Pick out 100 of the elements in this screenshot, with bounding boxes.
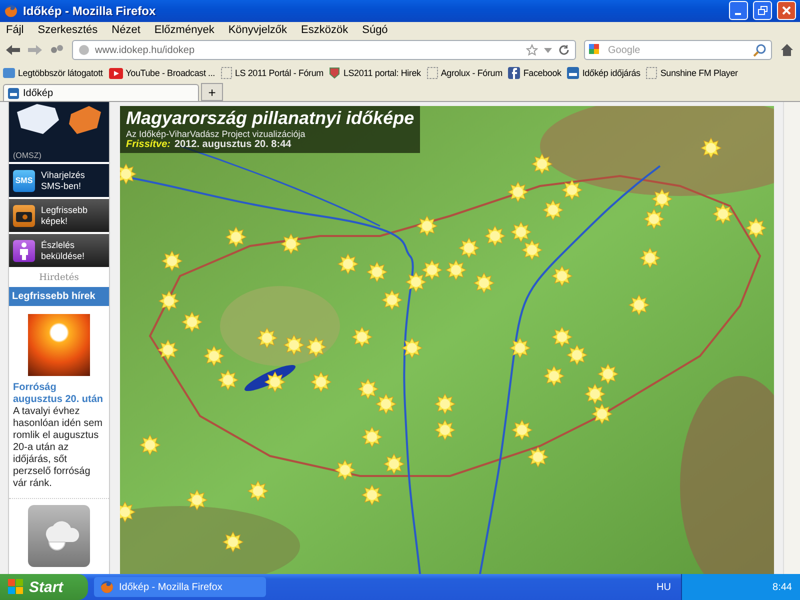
sun-icon	[337, 253, 359, 275]
sun-icon	[458, 237, 480, 259]
minimize-button[interactable]	[729, 1, 748, 20]
sun-icon	[566, 344, 588, 366]
taskbar-window-button[interactable]: Időkép - Mozilla Firefox	[94, 577, 266, 597]
globe-icon	[78, 44, 90, 56]
caret-icon[interactable]	[543, 45, 553, 56]
facebook-icon	[508, 67, 520, 80]
start-button[interactable]: Start	[0, 574, 88, 600]
sun-icon	[366, 261, 388, 283]
sun-icon	[158, 290, 180, 312]
sun-icon	[361, 426, 383, 448]
news-link[interactable]: Forróság augusztus 20. után	[9, 380, 109, 406]
sun-icon	[745, 217, 767, 239]
window-title: Időkép - Mozilla Firefox	[23, 4, 157, 18]
sidebar-link[interactable]: Észlelés beküldése!	[9, 234, 109, 267]
search-icon[interactable]	[753, 43, 767, 58]
sun-icon	[597, 363, 619, 385]
map-title: Magyarország pillanatnyi időképe	[126, 108, 414, 129]
star-icon[interactable]	[526, 44, 538, 56]
page-icon	[426, 67, 438, 80]
bookmark[interactable]: YouTube - Broadcast ...	[108, 68, 215, 79]
map-caption: (OMSZ)	[13, 151, 42, 160]
updated-time: 2012. augusztus 20. 8:44	[174, 139, 292, 150]
windows-logo-icon	[8, 579, 24, 595]
sun-icon	[139, 434, 161, 456]
news-text: A tavalyi évhez hasonlóan idén sem romlik el augusztus 20-a után az időjárás, sőt perzselő forróság vár ránk.	[9, 406, 109, 499]
person-icon	[13, 240, 35, 262]
close-button[interactable]	[777, 1, 796, 20]
sun-icon	[527, 446, 549, 468]
ad-label: Hirdetés	[38, 272, 80, 285]
sun-icon	[434, 393, 456, 415]
sun-icon	[361, 484, 383, 506]
site-icon	[8, 88, 19, 98]
menu-item[interactable]: Fájl	[6, 24, 24, 36]
reload-icon[interactable]	[558, 44, 570, 56]
back-icon[interactable]	[6, 44, 20, 56]
sun-icon	[222, 531, 244, 553]
language-indicator: HU	[656, 582, 671, 592]
menu-item[interactable]: Szerkesztés	[38, 24, 98, 36]
sun-icon	[473, 272, 495, 294]
sun-icon	[120, 501, 136, 523]
sun-icon	[120, 163, 137, 185]
sun-icon	[511, 419, 533, 441]
scrollbar[interactable]	[783, 102, 800, 574]
restore-button[interactable]	[753, 1, 772, 20]
sun-icon	[628, 294, 650, 316]
bookmark[interactable]: Sunshine FM Player	[646, 67, 738, 80]
bookmark[interactable]: Legtöbbször látogatott	[3, 67, 103, 80]
home-icon[interactable]	[780, 43, 794, 58]
sun-icon	[531, 153, 553, 175]
sun-icon	[247, 480, 269, 502]
sun-icon	[305, 336, 327, 358]
sun-icon	[383, 453, 405, 475]
browser-tab[interactable]: Időkép	[3, 84, 199, 101]
menu-item[interactable]: Nézet	[112, 24, 140, 36]
sun-icon	[334, 459, 356, 481]
sun-icon	[351, 326, 373, 348]
bookmark[interactable]: Agrolux - Fórum	[426, 67, 502, 80]
sun-icon	[357, 378, 379, 400]
bookmark[interactable]: LS2011 portal: Hirek	[329, 67, 421, 80]
sun-icon	[157, 339, 179, 361]
camera-icon	[13, 204, 35, 226]
close-icon[interactable]	[782, 6, 791, 16]
menu-item[interactable]: Eszközök	[301, 24, 348, 36]
play-icon	[108, 68, 123, 79]
menu-item[interactable]: Előzmények	[154, 24, 214, 36]
page-icon	[646, 67, 658, 80]
sun-icon	[217, 369, 239, 391]
sun-icon	[651, 188, 673, 210]
sun-icon	[551, 265, 573, 287]
sun-icon	[283, 334, 305, 356]
site-icon	[567, 67, 580, 80]
sidebar-link[interactable]: Legfrissebb képek!	[9, 199, 109, 232]
menu-item[interactable]: Súgó	[362, 24, 388, 36]
sun-icon	[416, 215, 438, 237]
bookmark[interactable]: Időkép időjárás	[567, 67, 640, 80]
new-tab-button[interactable]: +	[201, 83, 223, 101]
sun-icon	[264, 371, 286, 393]
address-field[interactable]: www.idokep.hu/idokep	[72, 40, 576, 60]
sun-icon	[700, 137, 722, 159]
map-subtitle: Az Időkép-ViharVadász Project vizualizációja	[126, 129, 306, 139]
sun-icon	[643, 208, 665, 230]
menu-item[interactable]: Könyvjelzők	[228, 24, 288, 36]
sun-icon	[509, 337, 531, 359]
sun-icon	[584, 383, 606, 405]
crest-icon	[329, 67, 340, 80]
news-heading: Legfrissebb hírek	[9, 287, 109, 306]
sun-icon	[561, 179, 583, 201]
sun-icon	[405, 271, 427, 293]
sun-icon	[181, 311, 203, 333]
restore-icon[interactable]	[758, 6, 768, 16]
folder-icon	[3, 67, 15, 80]
sun-icon	[161, 250, 183, 272]
sun-icon	[434, 419, 456, 441]
sun-icon	[401, 337, 423, 359]
bookmark[interactable]: Facebook	[508, 67, 562, 80]
bookmark[interactable]: LS 2011 Portál - Fórum	[220, 67, 324, 80]
sun-icon	[310, 371, 332, 393]
sun-icon	[507, 181, 529, 203]
